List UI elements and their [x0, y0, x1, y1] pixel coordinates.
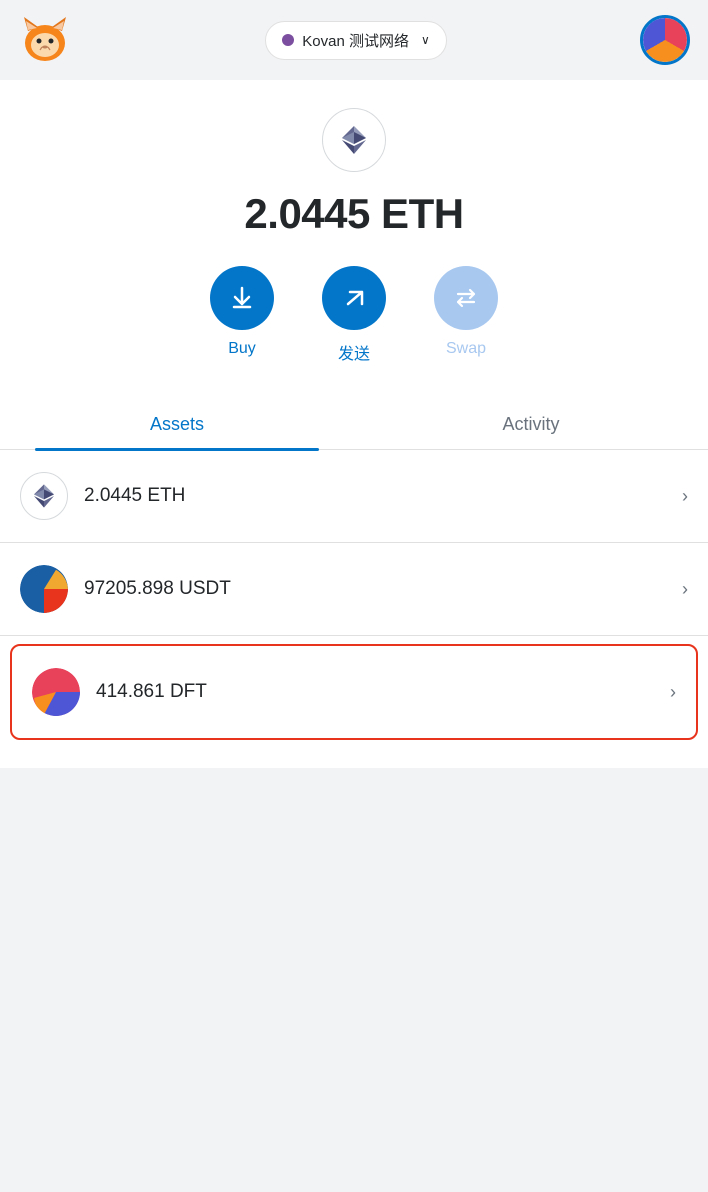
eth-token-icon [20, 472, 68, 520]
network-status-dot [282, 34, 294, 46]
asset-list: 2.0445 ETH › 97205.898 USDT › [0, 450, 708, 740]
action-buttons-row: Buy 发送 Swap [0, 266, 708, 400]
main-content: 2.0445 ETH Buy 发送 [0, 80, 708, 768]
swap-icon-circle [434, 266, 498, 330]
eth-row-chevron: › [682, 486, 688, 507]
avatar-graphic [643, 18, 687, 62]
asset-item-usdt[interactable]: 97205.898 USDT › [0, 543, 708, 636]
app-header: Kovan 测试网络 ∨ [0, 0, 708, 80]
dft-icon-graphic [32, 668, 80, 716]
metamask-logo [18, 13, 72, 67]
send-icon-circle [322, 266, 386, 330]
usdt-token-balance: 97205.898 USDT [84, 578, 682, 600]
swap-button-wrapper[interactable]: Swap [434, 266, 498, 364]
dft-token-balance: 414.861 DFT [96, 681, 670, 703]
network-name: Kovan 测试网络 [302, 30, 409, 51]
buy-button-wrapper[interactable]: Buy [210, 266, 274, 364]
dft-row-chevron: › [670, 682, 676, 703]
eth-token-balance: 2.0445 ETH [84, 485, 682, 507]
eth-icon-small [29, 481, 59, 511]
asset-item-eth[interactable]: 2.0445 ETH › [0, 450, 708, 543]
swap-arrows-icon [452, 284, 480, 312]
usdt-icon-graphic [20, 565, 68, 613]
tab-activity[interactable]: Activity [354, 400, 708, 449]
network-chevron-icon: ∨ [421, 33, 430, 47]
swap-label: Swap [446, 340, 486, 358]
buy-icon-circle [210, 266, 274, 330]
asset-item-dft[interactable]: 414.861 DFT › [10, 644, 698, 740]
account-avatar[interactable] [640, 15, 690, 65]
usdt-token-icon [20, 565, 68, 613]
buy-download-icon [228, 284, 256, 312]
eth-icon-wrapper [0, 80, 708, 186]
usdt-row-chevron: › [682, 579, 688, 600]
wallet-balance: 2.0445 ETH [0, 186, 708, 266]
send-label: 发送 [338, 340, 370, 364]
network-selector[interactable]: Kovan 测试网络 ∨ [265, 21, 447, 60]
send-button-wrapper[interactable]: 发送 [322, 266, 386, 364]
main-tabs: Assets Activity [0, 400, 708, 450]
send-arrow-icon [340, 284, 368, 312]
buy-label: Buy [228, 340, 256, 358]
eth-logo-circle [322, 108, 386, 172]
tab-assets[interactable]: Assets [0, 400, 354, 449]
dft-token-icon [32, 668, 80, 716]
ethereum-icon [336, 122, 372, 158]
